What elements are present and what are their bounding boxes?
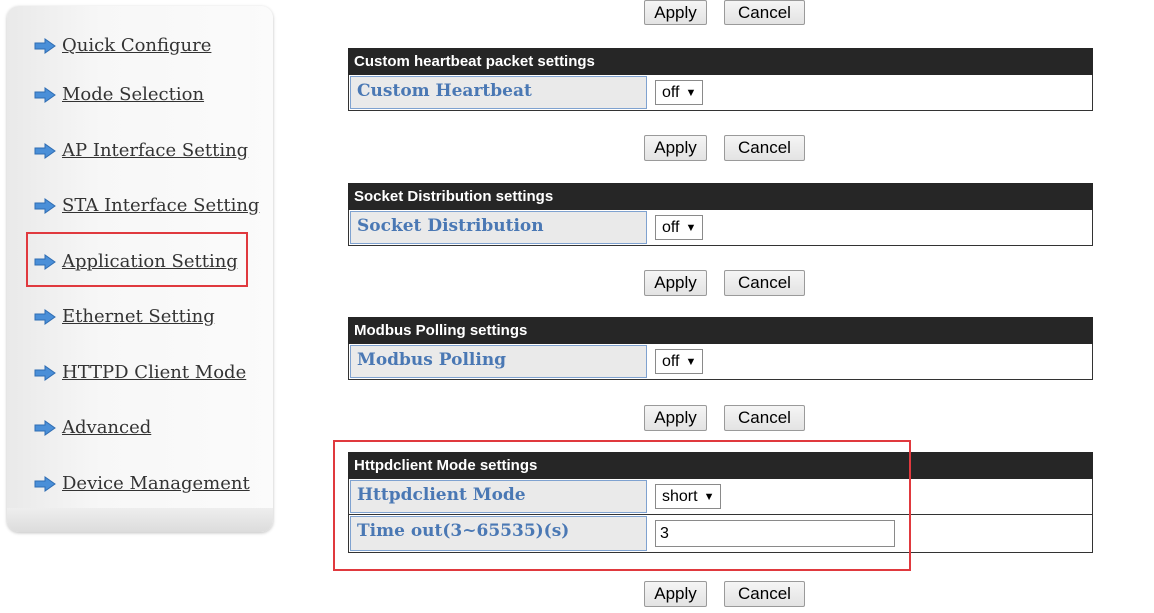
sidebar-item-sta-interface[interactable]: STA Interface Setting (34, 195, 259, 216)
arrow-icon (34, 419, 56, 436)
dropdown-arrow-icon: ▼ (685, 355, 697, 368)
apply-button[interactable]: Apply (644, 405, 707, 431)
sidebar-item-advanced[interactable]: Advanced (34, 417, 151, 438)
sidebar-item-label: Ethernet Setting (62, 306, 215, 327)
setting-row: Socket Distribution off ▼ (348, 210, 1093, 246)
arrow-icon (34, 308, 56, 325)
dropdown-arrow-icon: ▼ (685, 86, 697, 99)
sidebar-item-label: Mode Selection (62, 84, 205, 105)
select-value: off (662, 218, 680, 236)
cancel-button[interactable]: Cancel (724, 270, 805, 296)
sidebar-item-quick-configure[interactable]: Quick Configure (34, 35, 211, 56)
setting-label: Socket Distribution (350, 211, 647, 244)
cancel-button[interactable]: Cancel (724, 0, 805, 25)
highlight-box-httpdclient-section (333, 440, 911, 571)
sidebar-item-label: Quick Configure (62, 35, 212, 56)
cancel-button[interactable]: Cancel (724, 581, 805, 607)
socket-distribution-select[interactable]: off ▼ (655, 215, 704, 240)
sidebar-item-device-management[interactable]: Device Management (34, 473, 250, 494)
sidebar-item-label: AP Interface Setting (62, 140, 249, 161)
sidebar-bottom-band (7, 508, 273, 532)
setting-label: Custom Heartbeat (350, 76, 647, 109)
arrow-icon (34, 197, 56, 214)
modbus-polling-select[interactable]: off ▼ (655, 349, 704, 374)
apply-button[interactable]: Apply (644, 0, 707, 25)
sidebar-item-label: Advanced (62, 417, 152, 438)
heartbeat-settings-section: Custom heartbeat packet settings Custom … (348, 48, 1093, 111)
cancel-button[interactable]: Cancel (724, 405, 805, 431)
apply-button[interactable]: Apply (644, 135, 707, 161)
section-header: Modbus Polling settings (348, 317, 1093, 344)
arrow-icon (34, 142, 56, 159)
sidebar-item-httpd-client-mode[interactable]: HTTPD Client Mode (34, 362, 246, 383)
setting-value-cell: off ▼ (649, 75, 1092, 110)
custom-heartbeat-select[interactable]: off ▼ (655, 80, 704, 105)
arrow-icon (34, 37, 56, 54)
arrow-icon (34, 364, 56, 381)
section-header: Socket Distribution settings (348, 183, 1093, 210)
select-value: off (662, 352, 680, 370)
socket-distribution-section: Socket Distribution settings Socket Dist… (348, 183, 1093, 246)
setting-label: Modbus Polling (350, 345, 647, 378)
setting-row: Custom Heartbeat off ▼ (348, 75, 1093, 111)
apply-button[interactable]: Apply (644, 270, 707, 296)
apply-button[interactable]: Apply (644, 581, 707, 607)
sidebar-item-ap-interface[interactable]: AP Interface Setting (34, 140, 248, 161)
cancel-button[interactable]: Cancel (724, 135, 805, 161)
select-value: off (662, 83, 680, 101)
highlight-box-application-setting (26, 232, 248, 287)
sidebar-item-mode-selection[interactable]: Mode Selection (34, 84, 204, 105)
sidebar-item-label: Device Management (62, 473, 250, 494)
arrow-icon (34, 475, 56, 492)
sidebar-item-label: STA Interface Setting (62, 195, 260, 216)
sidebar-item-ethernet-setting[interactable]: Ethernet Setting (34, 306, 215, 327)
setting-value-cell: off ▼ (649, 210, 1092, 245)
setting-row: Modbus Polling off ▼ (348, 344, 1093, 380)
modbus-polling-section: Modbus Polling settings Modbus Polling o… (348, 317, 1093, 380)
setting-value-cell: off ▼ (649, 344, 1092, 379)
arrow-icon (34, 86, 56, 103)
sidebar-item-label: HTTPD Client Mode (62, 362, 247, 383)
section-header: Custom heartbeat packet settings (348, 48, 1093, 75)
dropdown-arrow-icon: ▼ (685, 221, 697, 234)
